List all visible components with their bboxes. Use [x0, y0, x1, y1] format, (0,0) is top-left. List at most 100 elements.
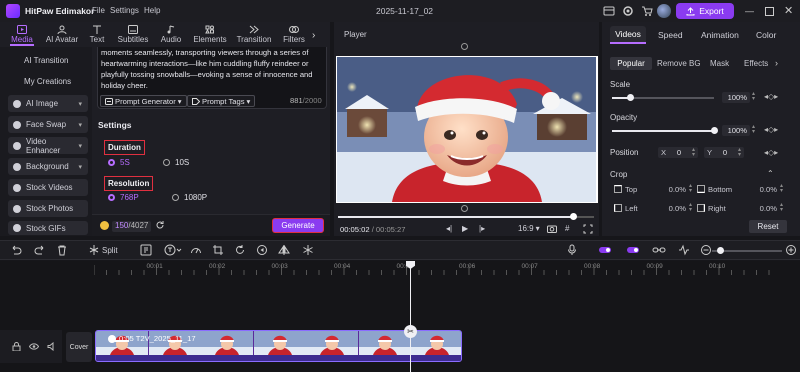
- tab-audio[interactable]: Audio: [154, 22, 188, 46]
- generate-button[interactable]: Generate: [272, 218, 324, 233]
- position-y-field[interactable]: Y 0 ▴ ▾: [704, 147, 744, 158]
- prompt-generator-dropdown[interactable]: Prompt Generator ▾: [100, 95, 187, 107]
- close-icon[interactable]: ✕: [784, 4, 793, 17]
- snap-toggle-icon[interactable]: [598, 244, 612, 256]
- track-visibility-icon[interactable]: [29, 342, 39, 351]
- opacity-slider[interactable]: [612, 130, 714, 132]
- scale-slider-knob[interactable]: [626, 94, 634, 101]
- playback-progress[interactable]: [338, 216, 574, 218]
- tab-transition[interactable]: Transition: [232, 22, 276, 46]
- minimize-icon[interactable]: —: [745, 6, 754, 16]
- speed-icon[interactable]: [190, 244, 202, 256]
- split-label[interactable]: Split: [102, 246, 118, 255]
- tab-speed[interactable]: Speed: [658, 30, 683, 40]
- subtab-mask[interactable]: Mask: [710, 57, 729, 70]
- undo-icon[interactable]: [10, 244, 22, 256]
- fullscreen-icon[interactable]: [583, 224, 593, 234]
- sidebar-item-stock-photos[interactable]: Stock Photos: [8, 200, 88, 217]
- subtab-effects[interactable]: Effects: [744, 57, 768, 70]
- opacity-keyframe-icon[interactable]: ◂◇▸: [764, 125, 778, 134]
- scale-keyframe-icon[interactable]: ◂◇▸: [764, 92, 778, 101]
- position-x-stepper-icon[interactable]: ▴ ▾: [692, 147, 695, 158]
- freeze-frame-icon[interactable]: [140, 244, 152, 256]
- playback-knob[interactable]: [570, 213, 578, 220]
- mirror-icon[interactable]: [278, 244, 290, 256]
- cover-button[interactable]: Cover: [66, 332, 92, 362]
- crop-top-field[interactable]: Top 0.0% ▴ ▾: [614, 183, 692, 194]
- zoom-out-icon[interactable]: [700, 244, 712, 256]
- tab-subtitles[interactable]: Subtitles: [112, 22, 154, 46]
- reset-button[interactable]: Reset: [749, 220, 787, 233]
- resolution-option-768p[interactable]: 768P: [108, 193, 139, 202]
- sidebar-item-stock-gifs[interactable]: Stock GIFs: [8, 221, 88, 235]
- opacity-stepper-icon[interactable]: ▴ ▾: [752, 124, 755, 135]
- opacity-slider-knob[interactable]: [710, 127, 718, 134]
- crop-icon[interactable]: [212, 244, 224, 256]
- crop-bottom-stepper-icon[interactable]: ▴ ▾: [780, 183, 783, 194]
- freeze-icon[interactable]: [302, 244, 314, 256]
- refresh-icon[interactable]: [155, 220, 165, 230]
- track-lock-icon[interactable]: [12, 342, 21, 351]
- subtabs-scroll-right-icon[interactable]: ›: [775, 58, 778, 68]
- audio-mix-icon[interactable]: [678, 244, 690, 256]
- zoom-in-icon[interactable]: [785, 244, 797, 256]
- reverse-icon[interactable]: [256, 244, 268, 256]
- cart-icon[interactable]: [640, 4, 654, 18]
- sidebar-item-my-creations[interactable]: My Creations: [8, 73, 88, 90]
- frame-handle-top[interactable]: [461, 43, 468, 50]
- duration-option-10s[interactable]: 10S: [163, 158, 189, 167]
- track-audio-icon[interactable]: [47, 342, 57, 351]
- snapshot-icon[interactable]: [547, 224, 557, 233]
- layout-icon[interactable]: [602, 4, 616, 18]
- sidebar-item-stock-videos[interactable]: Stock Videos: [8, 179, 88, 196]
- crop-top-stepper-icon[interactable]: ▴ ▾: [689, 183, 692, 194]
- resolution-option-1080p[interactable]: 1080P: [172, 193, 207, 202]
- grid-icon[interactable]: #: [565, 224, 569, 233]
- delete-icon[interactable]: [56, 244, 68, 256]
- crop-collapse-icon[interactable]: ⌃: [767, 169, 774, 178]
- prompt-tags-dropdown[interactable]: Prompt Tags ▾: [187, 95, 256, 107]
- tab-videos[interactable]: Videos: [610, 26, 646, 44]
- tab-color[interactable]: Color: [756, 30, 776, 40]
- tab-elements[interactable]: Elements: [188, 22, 232, 46]
- sidebar-item-ai-transition[interactable]: AI Transition: [8, 52, 88, 69]
- sidebar-item-background[interactable]: Background ▾: [8, 158, 88, 175]
- position-keyframe-icon[interactable]: ◂◇▸: [764, 148, 778, 157]
- scale-stepper-icon[interactable]: ▴ ▾: [752, 91, 755, 102]
- sidebar-item-ai-image[interactable]: AI Image ▾: [8, 95, 88, 112]
- tab-media[interactable]: Media: [3, 22, 41, 46]
- crop-bottom-field[interactable]: Bottom 0.0% ▴ ▾: [697, 183, 783, 194]
- export-button[interactable]: Export: [676, 3, 734, 19]
- next-frame-icon[interactable]: |▸: [479, 224, 485, 233]
- position-y-stepper-icon[interactable]: ▴ ▾: [738, 147, 741, 158]
- timeline-ruler[interactable]: [94, 261, 800, 275]
- crop-right-field[interactable]: Right 0.0% ▴ ▾: [697, 202, 783, 213]
- sidebar-item-video-enhancer[interactable]: Video Enhancer ▾: [8, 137, 88, 155]
- tab-text[interactable]: Text: [82, 22, 112, 46]
- menu-file[interactable]: File: [92, 6, 105, 15]
- video-preview[interactable]: [337, 57, 596, 202]
- maximize-icon[interactable]: [765, 7, 774, 16]
- ripple-toggle-icon[interactable]: [626, 244, 640, 256]
- user-avatar[interactable]: [657, 4, 671, 18]
- sidebar-item-face-swap[interactable]: Face Swap ▾: [8, 116, 88, 133]
- redo-icon[interactable]: [34, 244, 46, 256]
- tab-filters[interactable]: Filters: [276, 22, 312, 46]
- subtab-remove-bg[interactable]: Remove BG: [657, 57, 701, 70]
- scale-value-field[interactable]: 100%: [722, 92, 750, 103]
- link-icon[interactable]: [652, 244, 666, 256]
- menu-settings[interactable]: Settings: [110, 6, 139, 15]
- settings-gear-icon[interactable]: [621, 4, 635, 18]
- position-x-field[interactable]: X 0 ▴ ▾: [658, 147, 698, 158]
- play-icon[interactable]: ▶: [462, 224, 468, 233]
- duration-option-5s[interactable]: 5S: [108, 158, 130, 167]
- split-scissors-icon[interactable]: ✂: [404, 325, 417, 338]
- subtab-popular[interactable]: Popular: [610, 57, 652, 70]
- opacity-value-field[interactable]: 100%: [722, 125, 750, 136]
- playhead[interactable]: [410, 264, 411, 372]
- frame-handle-bottom[interactable]: [461, 205, 468, 212]
- prev-frame-icon[interactable]: ◂|: [446, 224, 452, 233]
- tab-ai-avatar[interactable]: AI Avatar: [42, 22, 82, 46]
- crop-right-stepper-icon[interactable]: ▴ ▾: [780, 202, 783, 213]
- split-icon[interactable]: [88, 244, 100, 256]
